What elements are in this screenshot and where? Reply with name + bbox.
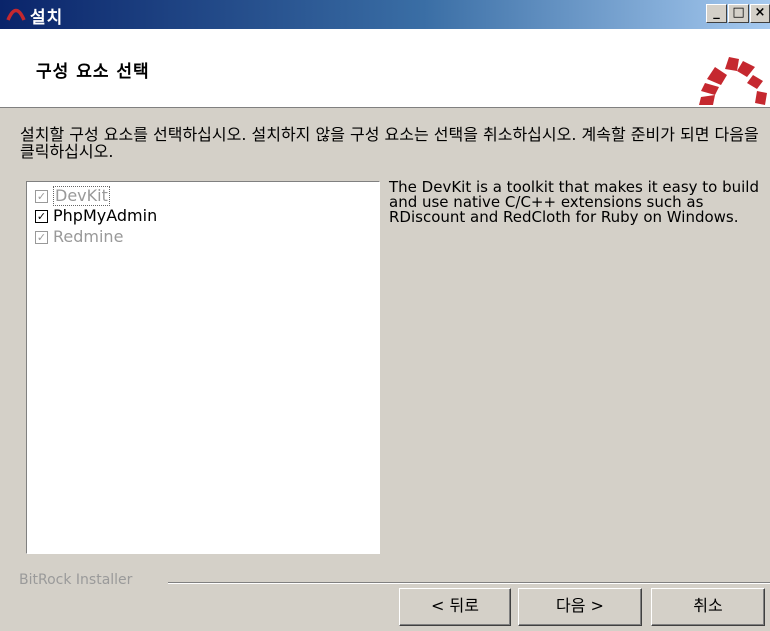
app-icon: [6, 5, 26, 25]
component-description: The DevKit is a toolkit that makes it ea…: [389, 178, 759, 226]
checkbox[interactable]: ✓: [35, 210, 48, 223]
installer-label: BitRock Installer: [19, 572, 133, 588]
back-button[interactable]: < 뒤로: [399, 588, 511, 626]
separator: [168, 582, 770, 584]
instruction-text: 설치할 구성 요소를 선택하십시오. 설치하지 않을 구성 요소는 선택을 취소…: [20, 125, 759, 161]
close-button[interactable]: ×: [750, 4, 770, 23]
minimize-button[interactable]: _: [706, 4, 727, 23]
component-label: PhpMyAdmin: [53, 206, 158, 225]
wizard-header: 구성 요소 선택: [0, 29, 770, 108]
bitnami-arch-icon: [697, 47, 767, 109]
page-title: 구성 요소 선택: [36, 62, 150, 82]
cancel-button[interactable]: 취소: [651, 588, 765, 626]
next-button[interactable]: 다음 >: [518, 588, 642, 626]
checkbox[interactable]: ✓: [35, 190, 48, 203]
title-bar: 설치 _ □ ×: [0, 0, 770, 29]
maximize-button[interactable]: □: [728, 4, 749, 23]
component-label: DevKit: [53, 186, 110, 206]
component-list[interactable]: ✓ DevKit ✓ PhpMyAdmin ✓ Redmine: [26, 181, 380, 554]
window-title: 설치: [30, 8, 64, 28]
checkbox[interactable]: ✓: [35, 231, 48, 244]
component-label: Redmine: [53, 227, 124, 246]
